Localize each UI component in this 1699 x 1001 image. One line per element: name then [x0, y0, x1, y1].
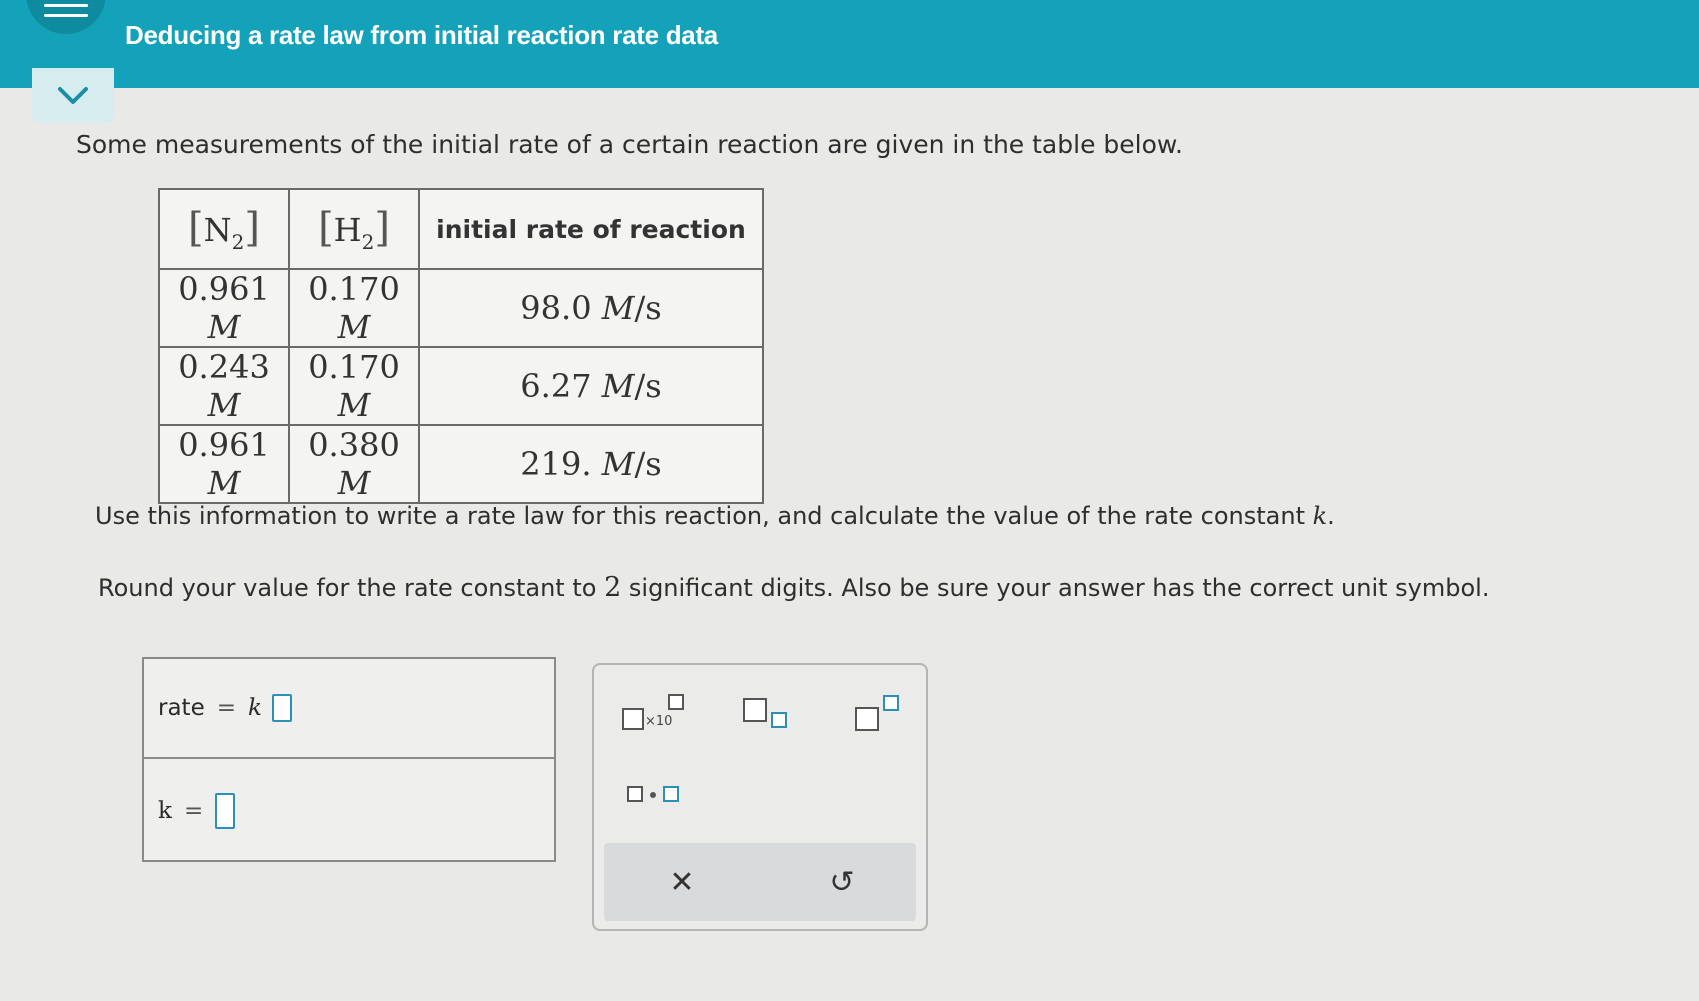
undo-button[interactable]: ↺: [812, 857, 872, 907]
k-value-input[interactable]: [215, 793, 236, 829]
problem-intro: Some measurements of the initial rate of…: [76, 130, 1183, 159]
collapse-button[interactable]: [32, 68, 114, 123]
instruction-rate-law: Use this information to write a rate law…: [95, 502, 1335, 530]
menu-icon-bar: [44, 14, 88, 17]
chevron-down-icon: [58, 86, 88, 104]
k-label: k: [158, 798, 172, 824]
header-initial-rate: initial rate of reaction: [418, 188, 764, 270]
cell-n2: 0.243 M: [158, 346, 290, 426]
cell-n2: 0.961 M: [158, 268, 290, 348]
cell-h2: 0.170 M: [288, 346, 420, 426]
table-header-row: [N2] [H2] initial rate of reaction: [158, 188, 764, 270]
table-row: 0.961 M 0.170 M 98.0 M/s: [158, 268, 764, 348]
page-title: Deducing a rate law from initial reactio…: [125, 20, 718, 50]
equals-sign: =: [216, 695, 236, 721]
top-header-bar: Deducing a rate law from initial reactio…: [0, 0, 1699, 88]
subscript-button[interactable]: [730, 689, 800, 739]
header-h2: [H2]: [288, 188, 420, 270]
cell-h2: 0.170 M: [288, 268, 420, 348]
palette-action-bar: ✕ ↺: [604, 843, 916, 921]
math-palette: ×10 ✕ ↺: [592, 663, 928, 931]
answer-box: rate = k k =: [142, 657, 556, 862]
instruction-rounding: Round your value for the rate constant t…: [98, 572, 1490, 603]
table-row: 0.243 M 0.170 M 6.27 M/s: [158, 346, 764, 426]
cell-h2: 0.380 M: [288, 424, 420, 504]
rate-law-input[interactable]: [271, 694, 292, 722]
cell-rate: 219. M/s: [418, 424, 764, 504]
multiplication-dot-icon: [625, 782, 681, 806]
rate-law-row: rate = k: [144, 659, 554, 759]
rate-data-table: [N2] [H2] initial rate of reaction 0.961…: [158, 188, 764, 504]
cell-rate: 98.0 M/s: [418, 268, 764, 348]
table-row: 0.961 M 0.380 M 219. M/s: [158, 424, 764, 504]
cell-n2: 0.961 M: [158, 424, 290, 504]
header-n2: [N2]: [158, 188, 290, 270]
k-value-row: k =: [144, 761, 554, 861]
multiplication-dot-button[interactable]: [618, 769, 688, 819]
undo-icon: ↺: [829, 864, 855, 900]
k-symbol: k: [248, 695, 262, 721]
scientific-notation-button[interactable]: ×10: [618, 689, 688, 739]
superscript-button[interactable]: [842, 689, 912, 739]
cell-rate: 6.27 M/s: [418, 346, 764, 426]
menu-button[interactable]: [26, 0, 106, 34]
close-icon: ✕: [669, 864, 695, 900]
clear-button[interactable]: ✕: [652, 857, 712, 907]
subscript-icon: [741, 696, 789, 732]
menu-icon: [44, 4, 88, 7]
scientific-notation-icon: ×10: [620, 694, 686, 734]
superscript-icon: [853, 695, 901, 733]
rate-label: rate: [158, 695, 205, 721]
equals-sign: =: [183, 798, 204, 824]
